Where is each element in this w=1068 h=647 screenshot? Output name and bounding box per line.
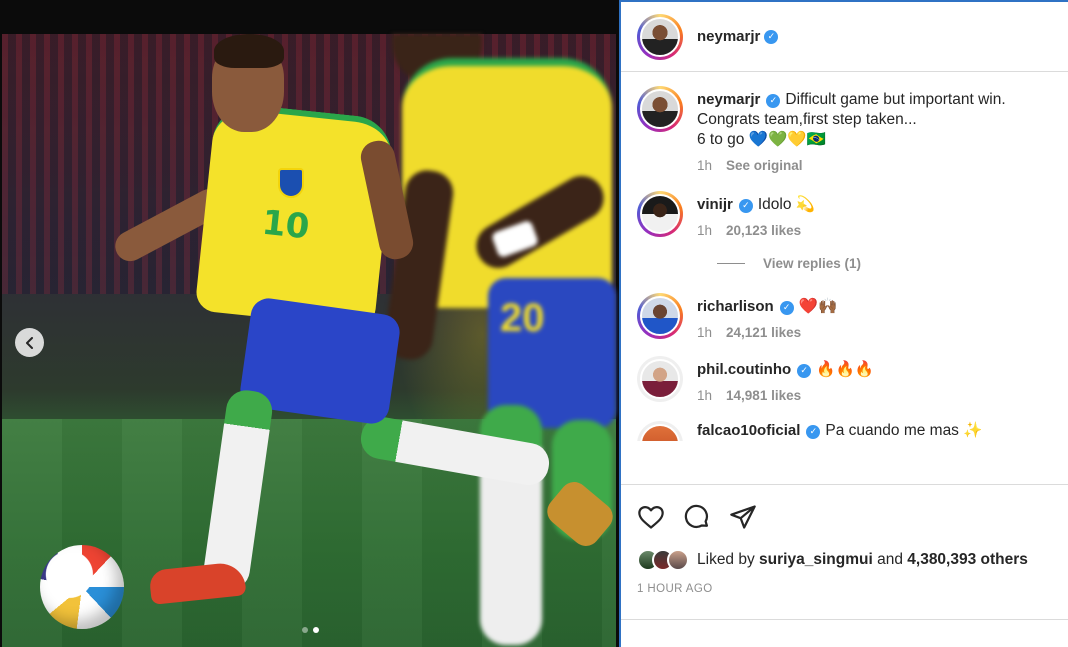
post-actions: Liked by suriya_singmui and 4,380,393 ot… — [621, 484, 1068, 619]
comment-time: 1h — [697, 325, 713, 340]
comment-text: 🔥🔥🔥 — [816, 361, 875, 378]
post-sidebar: neymarjr ✓ neymarjr ✓ Difficult game but i… — [619, 0, 1068, 647]
verified-badge-icon: ✓ — [806, 425, 821, 439]
caption-time: 1h — [697, 158, 713, 173]
comment-avatar[interactable] — [637, 356, 683, 402]
comment-likes[interactable]: 20,123 likes — [726, 223, 801, 238]
verified-badge-icon: ✓ — [764, 29, 779, 44]
comment-avatar[interactable] — [637, 191, 683, 237]
verified-badge-icon: ✓ — [779, 301, 794, 315]
comment-avatar[interactable] — [637, 293, 683, 339]
chevron-left-icon — [25, 336, 33, 349]
author-avatar[interactable] — [637, 13, 683, 60]
liked-by-avatars[interactable] — [637, 549, 689, 571]
view-replies-label: View replies (1) — [763, 256, 862, 271]
football-ball — [40, 545, 124, 629]
caption-text-line1: Difficult game but important win. — [785, 91, 1006, 108]
comment-avatar[interactable] — [637, 421, 683, 441]
likes-summary: Liked by suriya_singmui and 4,380,393 ot… — [637, 549, 1052, 571]
liked-by-others[interactable]: 4,380,393 others — [907, 551, 1028, 569]
comment-item: richarlison ✓ ❤️🙌🏾 1h 24,121 likes — [637, 293, 1052, 340]
liked-by-user[interactable]: suriya_singmui — [759, 551, 873, 569]
comment-time: 1h — [697, 388, 713, 403]
comment-likes[interactable]: 24,121 likes — [726, 325, 801, 340]
liked-by-prefix: Liked by — [697, 551, 755, 568]
carousel-dot[interactable] — [302, 627, 308, 633]
carousel-dots — [302, 627, 319, 633]
post-timestamp: 1 HOUR AGO — [637, 583, 713, 595]
see-original-link[interactable]: See original — [726, 158, 803, 173]
comment-username[interactable]: falcao10oficial — [697, 422, 800, 439]
comment-bubble-icon[interactable] — [683, 503, 711, 531]
view-replies-button[interactable]: View replies (1) — [717, 256, 1052, 271]
author-username[interactable]: neymarjr — [697, 28, 760, 45]
caption-text-line2: Congrats team,first step taken... — [697, 111, 917, 128]
verified-badge-icon: ✓ — [738, 199, 753, 213]
comment-username[interactable]: vinijr — [697, 196, 733, 213]
carousel-dot-active[interactable] — [313, 627, 319, 633]
brazil-crest-icon — [278, 168, 304, 198]
comment-text: ❤️🙌🏾 — [798, 298, 838, 315]
liked-by-and: and — [877, 551, 903, 568]
verified-badge-icon: ✓ — [766, 94, 781, 108]
carousel-prev-button[interactable] — [15, 328, 44, 357]
caption-username[interactable]: neymarjr — [697, 91, 760, 108]
caption-text-line3: 6 to go 💙💚💛🇧🇷 — [697, 131, 826, 148]
caption-avatar[interactable] — [637, 86, 683, 132]
add-comment-bar[interactable] — [621, 619, 1068, 647]
comment-time: 1h — [697, 223, 713, 238]
comment-username[interactable]: richarlison — [697, 298, 774, 315]
comment-item: vinijr ✓ Idolo 💫 1h 20,123 likes — [637, 191, 1052, 238]
paper-plane-icon[interactable] — [729, 503, 757, 531]
heart-icon[interactable] — [637, 503, 665, 531]
post-header: neymarjr ✓ — [621, 0, 1068, 72]
replies-divider — [717, 263, 745, 264]
verified-badge-icon: ✓ — [797, 364, 812, 378]
comment-item: phil.coutinho ✓ 🔥🔥🔥 1h 14,981 likes — [637, 356, 1052, 403]
comments-list: neymarjr ✓ Difficult game but important wi… — [621, 72, 1068, 484]
comment-text: Pa cuando me mas ✨ — [825, 422, 983, 439]
comment-item-partial: falcao10oficial ✓ Pa cuando me mas ✨ — [637, 421, 1052, 441]
comment-text: Idolo 💫 — [757, 196, 816, 213]
comment-username[interactable]: phil.coutinho — [697, 361, 791, 378]
comment-likes[interactable]: 14,981 likes — [726, 388, 801, 403]
caption: neymarjr ✓ Difficult game but important wi… — [637, 86, 1052, 173]
post-media: 20 10 — [0, 0, 619, 647]
